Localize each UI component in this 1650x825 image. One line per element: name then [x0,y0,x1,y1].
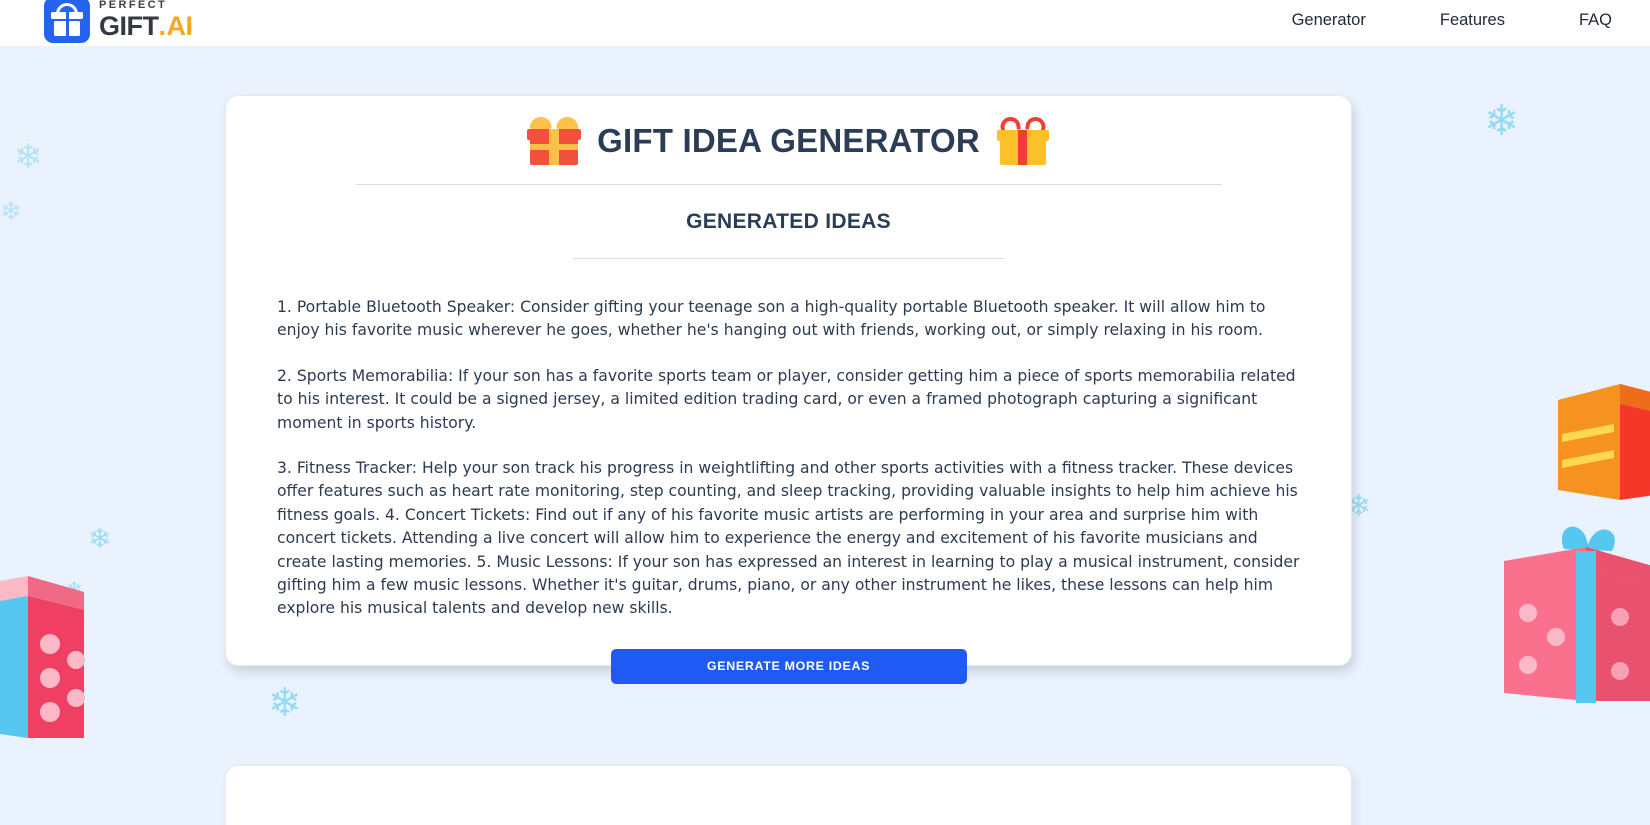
main-navigation: Generator Features FAQ [1292,11,1618,30]
gift-pink-dotted-right-icon [1500,505,1650,710]
idea-paragraph-1: 1. Portable Bluetooth Speaker: Consider … [277,298,1266,340]
nav-link-faq[interactable]: FAQ [1579,11,1612,30]
brand-top-word: PERFECT [99,0,168,11]
snowflake-icon: ❄ [18,710,47,748]
site-header: PERFECT GIFT. AI Generator Features FAQ [0,0,1650,46]
nav-link-generator[interactable]: Generator [1292,11,1366,30]
brand-gift-text: GIFT [99,11,159,41]
snowflake-icon: ❄ [66,579,83,601]
idea-paragraph-3: 3. Fitness Tracker: Help your son track … [277,458,1300,618]
idea-paragraph-2: 2. Sports Memorabilia: If your son has a… [277,366,1296,432]
wrapped-gift-yellow-icon [996,115,1050,165]
generate-more-ideas-button[interactable]: GENERATE MORE IDEAS [610,648,967,684]
section-title-generated-ideas: GENERATED IDEAS [686,210,891,233]
brand-dot: . [158,11,167,41]
cta-row: GENERATE MORE IDEAS [226,648,1351,684]
brand-main-word: GIFT. AI [99,13,193,40]
generated-ideas-text: 1. Portable Bluetooth Speaker: Consider … [226,259,1351,621]
brand-logo[interactable]: PERFECT GIFT. AI [44,0,193,43]
nav-link-features[interactable]: Features [1440,11,1505,30]
snowflake-icon: ❄ [88,523,112,554]
snowflake-icon: ❄ [1484,97,1520,144]
card-title-row: GIFT IDEA GENERATOR [226,96,1351,165]
gift-box-icon [44,0,90,43]
gift-idea-generator-card: GIFT IDEA GENERATOR GENERATED IDEAS 1. P… [225,95,1352,684]
gift-pink-dotted-left-icon [0,552,102,747]
snowflake-icon: ❄ [0,196,22,226]
brand-ai-text: AI [166,11,194,41]
snowflake-icon: ❄ [268,681,302,725]
page-title: GIFT IDEA GENERATOR [597,122,980,159]
wrapped-gift-red-icon [527,114,582,165]
brand-wordmark: PERFECT GIFT. AI [99,0,193,40]
title-divider [355,184,1222,185]
gift-orange-red-icon [1548,372,1650,507]
snowflake-icon: ❄ [14,138,43,176]
next-section-card [225,765,1352,825]
